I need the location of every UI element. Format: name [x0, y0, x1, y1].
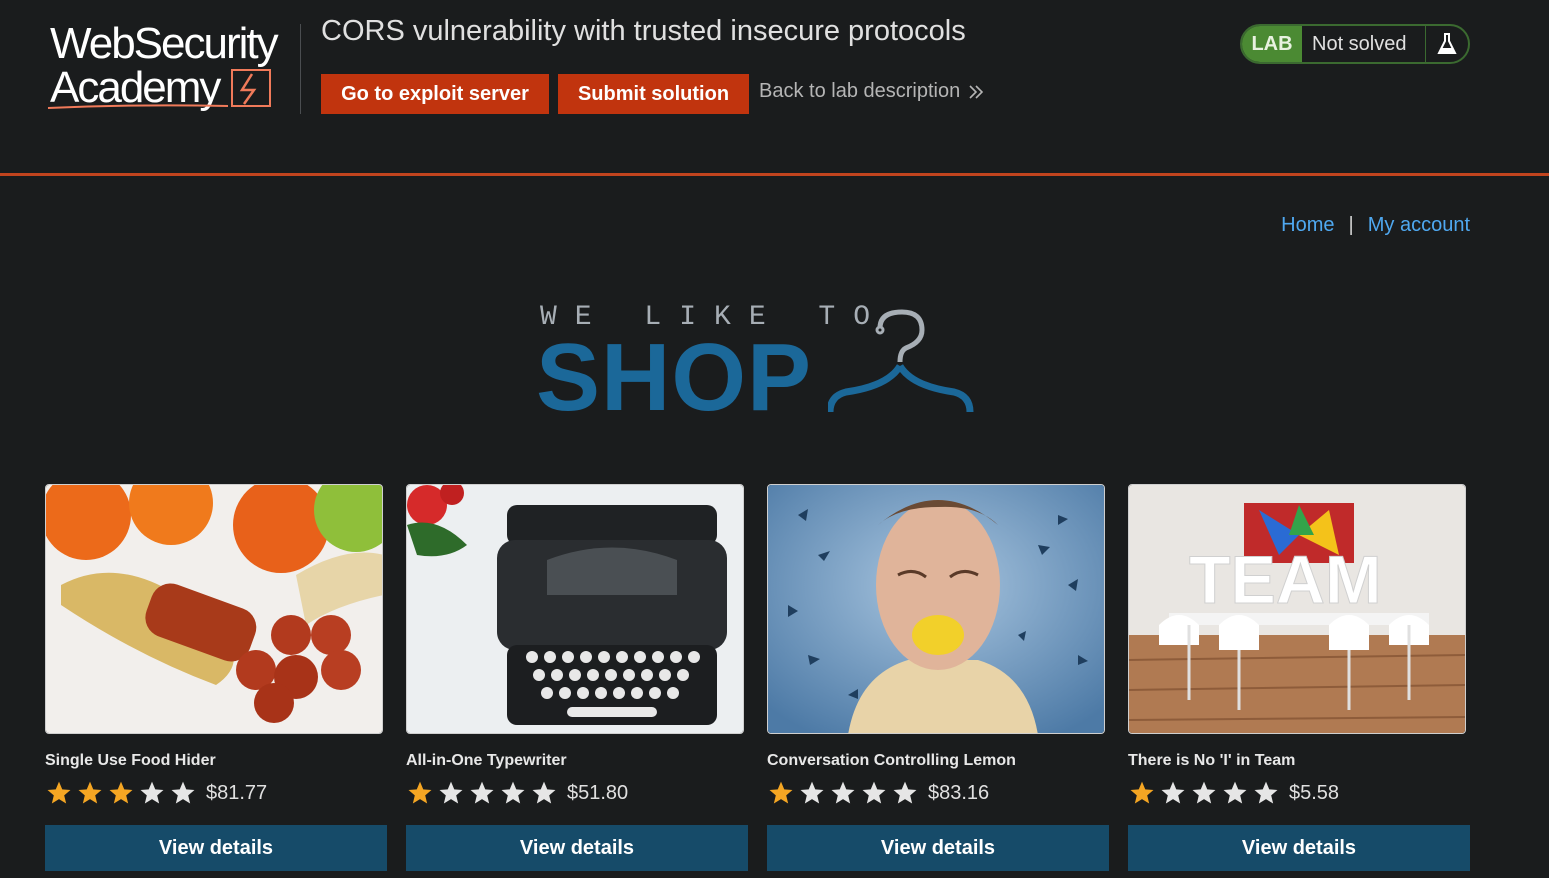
product-card: Conversation Controlling Lemon $83.16 Vi… — [767, 484, 1109, 878]
product-name: All-in-One Typewriter — [406, 752, 567, 769]
star-filled-icon — [769, 781, 793, 804]
star-empty-icon — [439, 781, 463, 804]
product-card: All-in-One Typewriter $51.80 View detail… — [406, 484, 748, 878]
star-filled-icon — [78, 781, 102, 804]
banner-shop-text: SHOP — [536, 324, 813, 431]
star-empty-icon — [1254, 781, 1278, 804]
star-filled-icon — [408, 781, 432, 804]
star-empty-icon — [1192, 781, 1216, 804]
double-chevron-right-icon — [969, 84, 984, 99]
star-empty-icon — [140, 781, 164, 804]
web-security-academy-logo[interactable]: WebSecurity Academy — [46, 18, 302, 114]
product-card: Single Use Food Hider $81.77 View detail… — [45, 484, 387, 878]
logo-divider — [300, 24, 301, 114]
star-empty-icon — [1161, 781, 1185, 804]
product-image-team[interactable]: TEAM — [1128, 484, 1466, 734]
go-to-exploit-server-button[interactable]: Go to exploit server — [321, 74, 549, 114]
view-details-button[interactable]: View details — [1128, 825, 1470, 871]
product-name: Single Use Food Hider — [45, 752, 216, 769]
view-details-button[interactable]: View details — [406, 825, 748, 871]
view-details-button[interactable]: View details — [45, 825, 387, 871]
shop-banner: WE LIKE TO SHOP — [536, 300, 986, 430]
my-account-link[interactable]: My account — [1368, 214, 1470, 237]
product-image-lemon[interactable] — [767, 484, 1105, 734]
product-rating: $51.80 — [406, 778, 628, 808]
product-name: There is No 'I' in Team — [1128, 752, 1296, 769]
lab-tag: LAB — [1242, 26, 1302, 62]
lab-status-widget: LAB Not solved — [1240, 24, 1470, 64]
logo-bolt-icon — [47, 69, 271, 109]
star-empty-icon — [1223, 781, 1247, 804]
lab-status-text: Not solved — [1302, 26, 1426, 62]
star-empty-icon — [831, 781, 855, 804]
product-rating: $81.77 — [45, 778, 267, 808]
star-filled-icon — [47, 781, 71, 804]
star-empty-icon — [532, 781, 556, 804]
back-to-lab-description-link[interactable]: Back to lab description — [759, 80, 984, 103]
coat-hanger-icon — [828, 309, 974, 413]
product-card: TEAM There is No 'I' in Team $5.58 View … — [1128, 484, 1470, 878]
top-links: Home | My account — [1281, 214, 1470, 237]
star-empty-icon — [470, 781, 494, 804]
product-price: $5.58 — [1289, 781, 1340, 804]
back-link-label: Back to lab description — [759, 80, 961, 102]
star-filled-icon — [1130, 781, 1154, 804]
lab-title: CORS vulnerability with trusted insecure… — [321, 15, 966, 47]
product-image-food-hider[interactable] — [45, 484, 383, 734]
nav-separator: | — [1348, 214, 1354, 236]
product-image-typewriter[interactable] — [406, 484, 744, 734]
product-price: $51.80 — [567, 781, 629, 804]
product-price: $81.77 — [206, 781, 268, 804]
star-empty-icon — [171, 781, 195, 804]
star-empty-icon — [862, 781, 886, 804]
academy-header: WebSecurity Academy CORS vulnerability w… — [0, 0, 1549, 176]
flask-icon — [1426, 32, 1468, 56]
product-price: $83.16 — [928, 781, 990, 804]
submit-solution-button[interactable]: Submit solution — [558, 74, 749, 114]
product-rating: $83.16 — [767, 778, 989, 808]
home-link[interactable]: Home — [1281, 214, 1334, 237]
view-details-button[interactable]: View details — [767, 825, 1109, 871]
star-empty-icon — [501, 781, 525, 804]
product-rating: $5.58 — [1128, 778, 1339, 808]
svg-text:TEAM: TEAM — [1189, 542, 1382, 618]
product-name: Conversation Controlling Lemon — [767, 752, 1016, 769]
star-empty-icon — [800, 781, 824, 804]
star-filled-icon — [109, 781, 133, 804]
star-empty-icon — [893, 781, 917, 804]
